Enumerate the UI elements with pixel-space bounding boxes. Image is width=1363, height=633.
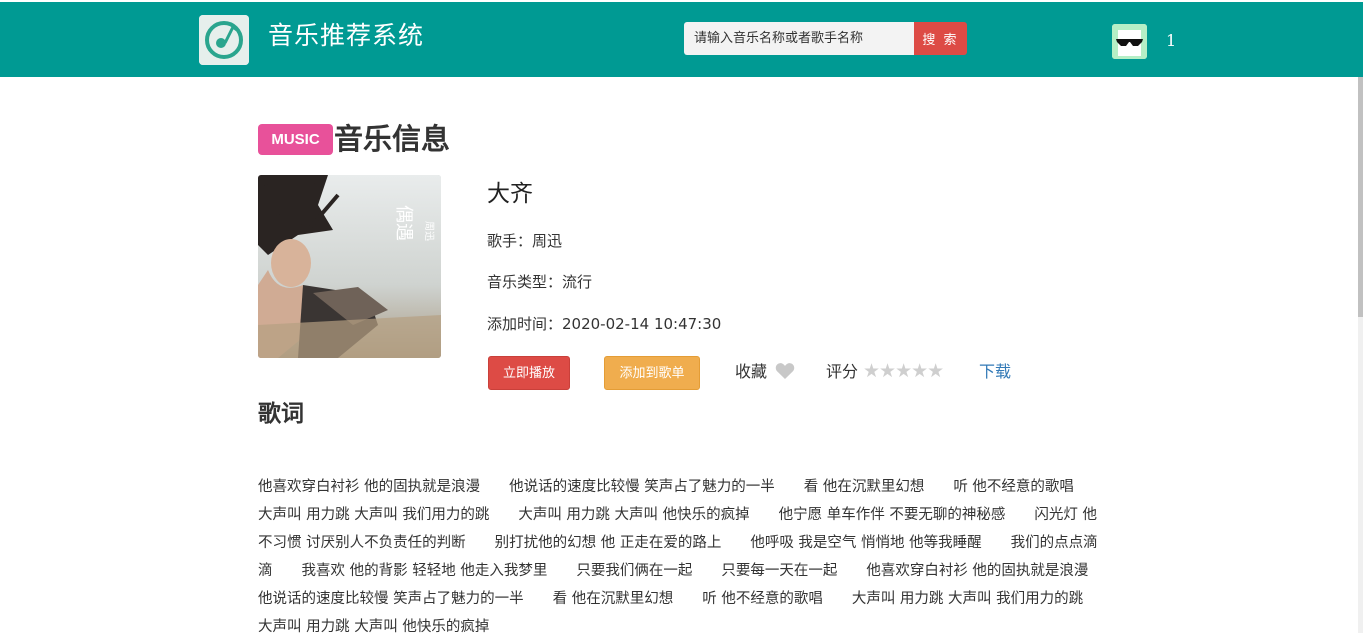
search-button[interactable]: 搜 索 bbox=[914, 22, 967, 55]
rating-stars[interactable]: ★★★★★ bbox=[863, 359, 944, 383]
page-title: 音乐信息 bbox=[334, 122, 451, 156]
play-now-button[interactable]: 立即播放 bbox=[488, 356, 570, 390]
sunglasses-avatar-icon[interactable] bbox=[1112, 24, 1147, 59]
svg-text:偶遇: 偶遇 bbox=[393, 205, 414, 241]
music-disc-icon[interactable] bbox=[199, 15, 249, 65]
song-title: 大齐 bbox=[487, 181, 533, 207]
lyrics-text: 他喜欢穿白衬衫 他的固执就是浪漫 他说话的速度比较慢 笑声占了魅力的一半 看 他… bbox=[258, 479, 1118, 633]
brand-title[interactable]: 音乐推荐系统 bbox=[268, 20, 424, 52]
favorite-button[interactable]: 收藏 bbox=[735, 361, 795, 386]
album-cover-art: 偶遇 周迅 bbox=[258, 175, 441, 358]
genre-info: 音乐类型：流行 bbox=[487, 273, 593, 291]
music-badge: MUSIC bbox=[258, 124, 333, 155]
heart-icon[interactable] bbox=[775, 362, 795, 386]
rating-label: 评分 bbox=[826, 362, 859, 381]
navbar: 音乐推荐系统 搜 索 1 bbox=[0, 2, 1363, 77]
favorite-label: 收藏 bbox=[735, 362, 768, 381]
singer-info: 歌手：周迅 bbox=[487, 232, 563, 250]
added-time-info: 添加时间：2020-02-14 10:47:30 bbox=[487, 315, 722, 333]
scrollbar-thumb[interactable] bbox=[1358, 77, 1363, 317]
album-cover: 偶遇 周迅 bbox=[258, 175, 441, 358]
svg-text:周迅: 周迅 bbox=[423, 221, 435, 241]
user-count[interactable]: 1 bbox=[1166, 31, 1176, 50]
lyrics-heading: 歌词 bbox=[258, 401, 304, 427]
download-link[interactable]: 下载 bbox=[979, 361, 1011, 383]
add-to-playlist-button[interactable]: 添加到歌单 bbox=[604, 356, 700, 390]
search-input[interactable] bbox=[684, 22, 915, 55]
